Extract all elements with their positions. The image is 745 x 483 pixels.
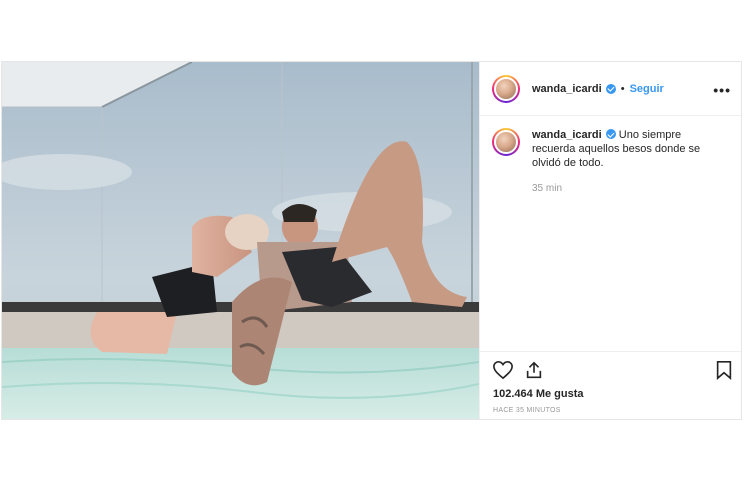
follow-button[interactable]: Seguir bbox=[630, 83, 664, 95]
caption-username-link[interactable]: wanda_icardi bbox=[532, 129, 602, 141]
post-timestamp: HACE 35 MINUTOS bbox=[493, 407, 561, 414]
caption-time: 35 min bbox=[532, 183, 563, 194]
post-sidebar: wanda_icardi • Seguir ••• wanda_icardi U… bbox=[479, 62, 741, 419]
caption-comment: wanda_icardi Uno siempre recuerda aquell… bbox=[480, 116, 741, 196]
instagram-post: wanda_icardi • Seguir ••• wanda_icardi U… bbox=[1, 61, 742, 420]
username-link[interactable]: wanda_icardi bbox=[532, 83, 602, 95]
bookmark-outline-icon[interactable] bbox=[715, 360, 733, 385]
heart-outline-icon[interactable] bbox=[492, 360, 514, 385]
caption-avatar[interactable] bbox=[492, 128, 520, 156]
action-bar bbox=[492, 360, 544, 385]
post-header: wanda_icardi • Seguir ••• bbox=[480, 62, 741, 116]
more-options-icon[interactable]: ••• bbox=[713, 82, 731, 98]
avatar[interactable] bbox=[492, 74, 520, 103]
verified-badge-icon bbox=[605, 129, 616, 139]
separator-dot: • bbox=[620, 82, 625, 95]
likes-count[interactable]: 102.464 Me gusta bbox=[493, 388, 584, 400]
post-photo[interactable] bbox=[2, 62, 479, 419]
verified-badge-icon bbox=[605, 83, 616, 94]
post-image bbox=[2, 62, 479, 419]
post-footer: 102.464 Me gusta HACE 35 MINUTOS bbox=[480, 351, 741, 419]
share-upload-icon[interactable] bbox=[524, 360, 544, 385]
